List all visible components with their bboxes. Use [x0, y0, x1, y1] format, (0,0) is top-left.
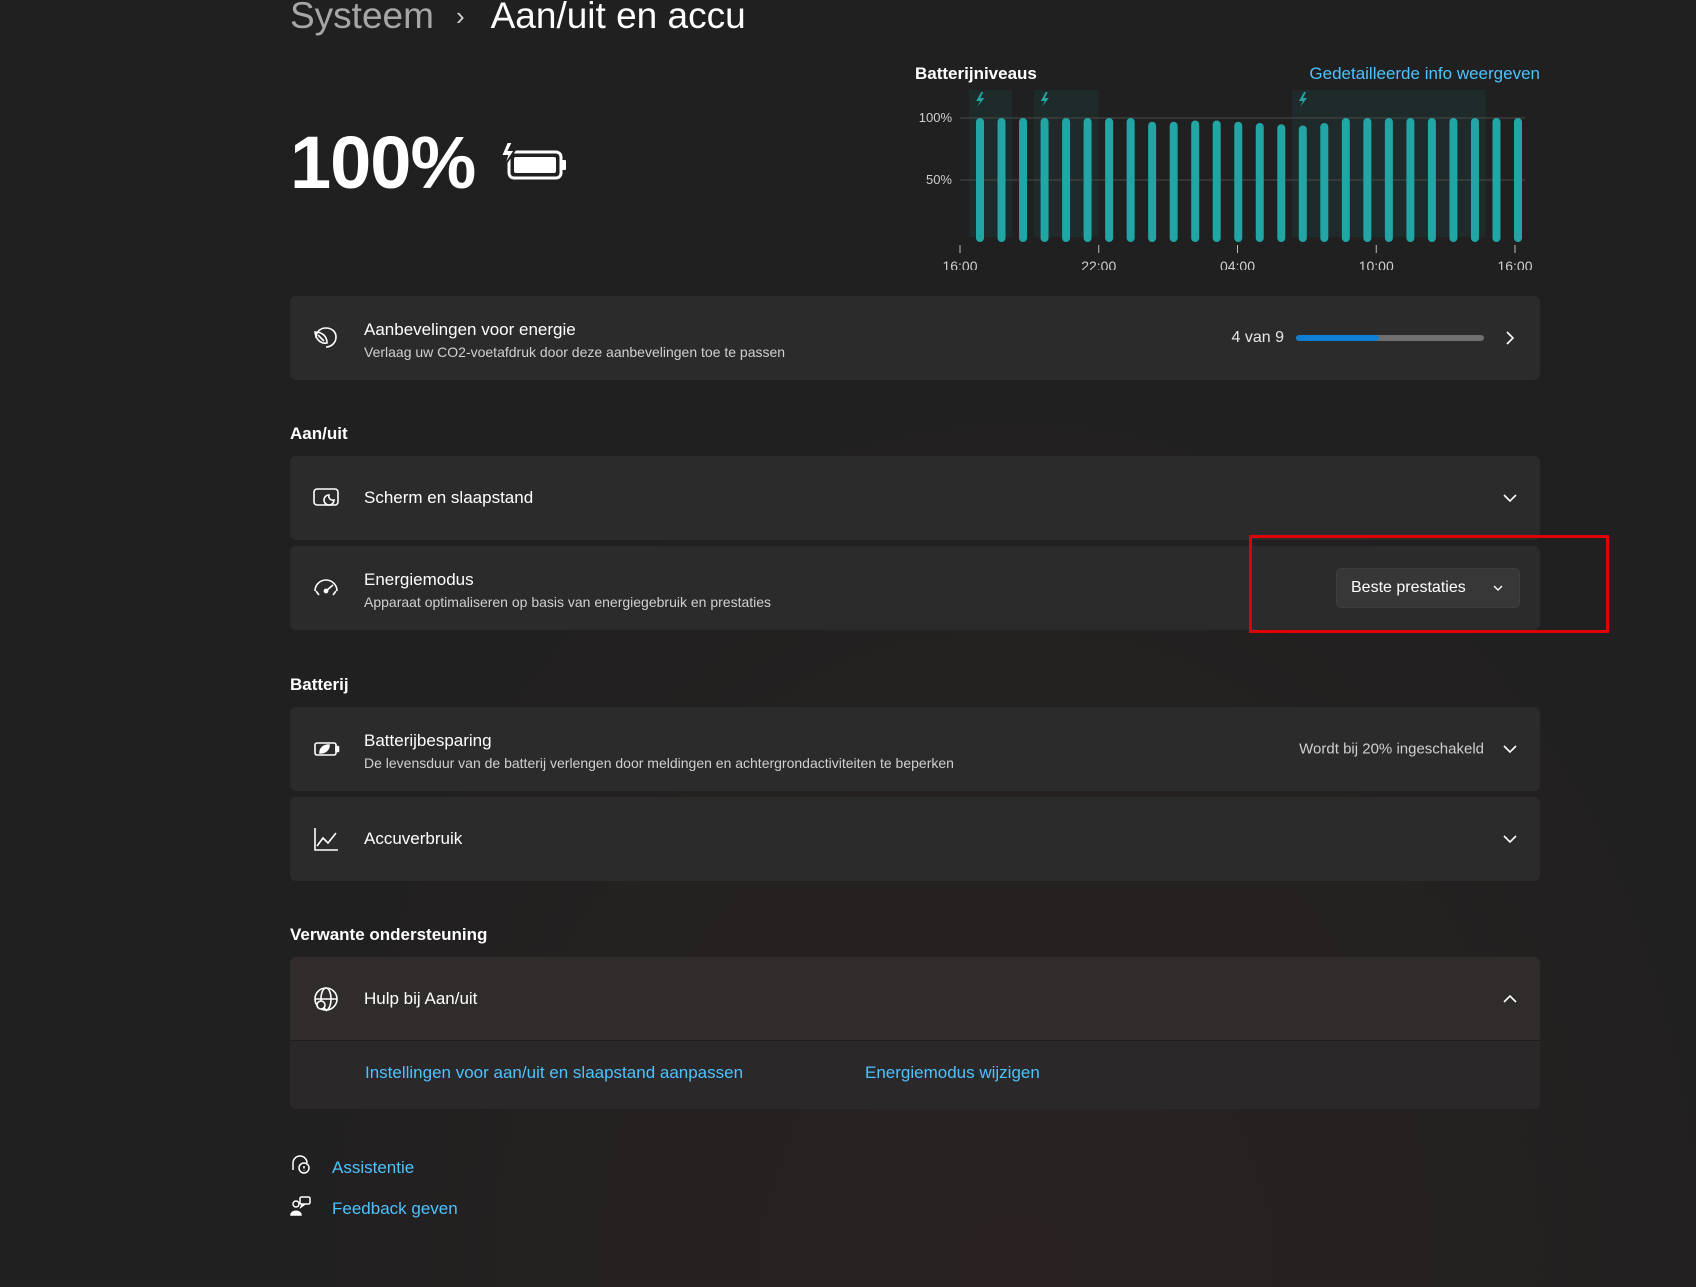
- feedback-icon: [290, 1195, 332, 1222]
- battery-saver-card[interactable]: Batterijbesparing De levensduur van de b…: [290, 707, 1540, 791]
- power-mode-subtitle: Apparaat optimaliseren op basis van ener…: [364, 594, 772, 610]
- chart-bar: [976, 118, 984, 242]
- chart-bar: [1514, 118, 1522, 242]
- energy-recommendations-title: Aanbevelingen voor energie: [364, 320, 576, 339]
- battery-saver-title: Batterijbesparing: [364, 731, 492, 750]
- recommendations-progress-text: 4 van 9: [1231, 329, 1284, 346]
- chart-bar: [1126, 118, 1135, 242]
- chevron-down-icon[interactable]: [1502, 831, 1518, 847]
- chart-bar: [1062, 118, 1071, 242]
- chart-bar: [1363, 118, 1372, 242]
- chart-bar: [1255, 122, 1264, 242]
- chart-bar: [1105, 118, 1114, 242]
- power-help-card[interactable]: Hulp bij Aan/uit: [290, 957, 1540, 1041]
- chart-bar: [1277, 124, 1286, 242]
- battery-saver-icon: [312, 735, 340, 763]
- breadcrumb-parent[interactable]: Systeem: [290, 0, 434, 37]
- screen-sleep-card[interactable]: Scherm en slaapstand: [290, 456, 1540, 540]
- battery-charging-icon: [499, 141, 569, 191]
- chart-bar: [997, 118, 1006, 242]
- energy-recommendations-card[interactable]: Aanbevelingen voor energie Verlaag uw CO…: [290, 296, 1540, 380]
- chevron-right-icon: [1502, 330, 1518, 346]
- gauge-icon: [312, 574, 340, 602]
- page-title: Aan/uit en accu: [490, 0, 746, 36]
- section-heading-power: Aan/uit: [290, 424, 348, 443]
- chart-bar: [1148, 121, 1157, 242]
- chart-bar: [1406, 118, 1415, 242]
- chart-bar: [1427, 118, 1436, 242]
- chart-bar: [1384, 118, 1393, 242]
- recommendations-progress-bar: [1296, 335, 1484, 341]
- chevron-down-icon[interactable]: [1502, 741, 1518, 757]
- battery-percentage: 100%: [290, 121, 476, 204]
- x-tick-label: 16:00: [1497, 258, 1532, 270]
- chevron-up-icon[interactable]: [1502, 991, 1518, 1007]
- assist-icon: [290, 1154, 332, 1181]
- highlight-annotation: [1249, 535, 1609, 633]
- power-sleep-settings-link[interactable]: Instellingen voor aan/uit en slaapstand …: [365, 1063, 743, 1083]
- battery-saver-subtitle: De levensduur van de batterij verlengen …: [364, 755, 954, 771]
- feedback-row: Feedback geven: [290, 1195, 458, 1222]
- battery-status: 100%: [290, 120, 569, 205]
- assist-link[interactable]: Assistentie: [332, 1158, 414, 1178]
- chart-bar: [1492, 118, 1501, 242]
- x-tick-label: 04:00: [1220, 258, 1255, 270]
- breadcrumb: Systeem › Aan/uit en accu: [290, 0, 746, 38]
- monitor-sleep-icon: [312, 484, 340, 512]
- chart-bar: [1298, 125, 1307, 242]
- battery-level-chart: 50% 100% 16:00 22:00 04:00 10:00 16:00: [919, 90, 1533, 270]
- screen-sleep-title: Scherm en slaapstand: [364, 488, 534, 507]
- chart-bar: [1212, 120, 1221, 242]
- chart-bar: [1320, 122, 1329, 242]
- chart-bar: [1040, 118, 1049, 242]
- globe-icon: [312, 985, 340, 1013]
- chart-bar: [1169, 121, 1178, 242]
- energy-recommendations-subtitle: Verlaag uw CO2-voetafdruk door deze aanb…: [364, 344, 786, 360]
- detailed-info-link[interactable]: Gedetailleerde info weergeven: [1309, 64, 1540, 84]
- y-tick-label: 100%: [919, 110, 953, 125]
- chart-bar: [1470, 118, 1479, 242]
- breadcrumb-separator: ›: [455, 0, 465, 31]
- power-help-title: Hulp bij Aan/uit: [364, 989, 478, 1008]
- battery-saver-status: Wordt bij 20% ingeschakeld: [1299, 740, 1484, 758]
- power-mode-title: Energiemodus: [364, 570, 474, 589]
- chevron-down-icon[interactable]: [1502, 490, 1518, 506]
- x-tick-label: 16:00: [942, 258, 977, 270]
- battery-usage-title: Accuverbruik: [364, 829, 463, 848]
- chart-bar: [1234, 121, 1243, 242]
- feedback-link[interactable]: Feedback geven: [332, 1199, 458, 1219]
- chart-bar: [1019, 118, 1028, 242]
- chart-title: Batterijniveaus: [915, 64, 1037, 83]
- power-help-links: Instellingen voor aan/uit en slaapstand …: [290, 1041, 1540, 1109]
- charging-band: [969, 90, 1013, 237]
- line-chart-icon: [312, 825, 340, 853]
- assist-row: Assistentie: [290, 1154, 414, 1181]
- section-heading-related: Verwante ondersteuning: [290, 925, 488, 944]
- chart-bar: [1341, 118, 1350, 242]
- y-tick-label: 50%: [926, 172, 952, 187]
- battery-usage-card[interactable]: Accuverbruik: [290, 797, 1540, 881]
- recommendations-progress-fill: [1296, 335, 1380, 341]
- chart-bar: [1191, 120, 1200, 242]
- section-heading-battery: Batterij: [290, 675, 349, 694]
- x-tick-label: 22:00: [1081, 258, 1116, 270]
- change-power-mode-link[interactable]: Energiemodus wijzigen: [865, 1063, 1040, 1083]
- leaf-icon: [312, 324, 340, 352]
- chart-bar: [1449, 118, 1458, 242]
- chart-bar: [1083, 118, 1092, 242]
- x-tick-label: 10:00: [1359, 258, 1394, 270]
